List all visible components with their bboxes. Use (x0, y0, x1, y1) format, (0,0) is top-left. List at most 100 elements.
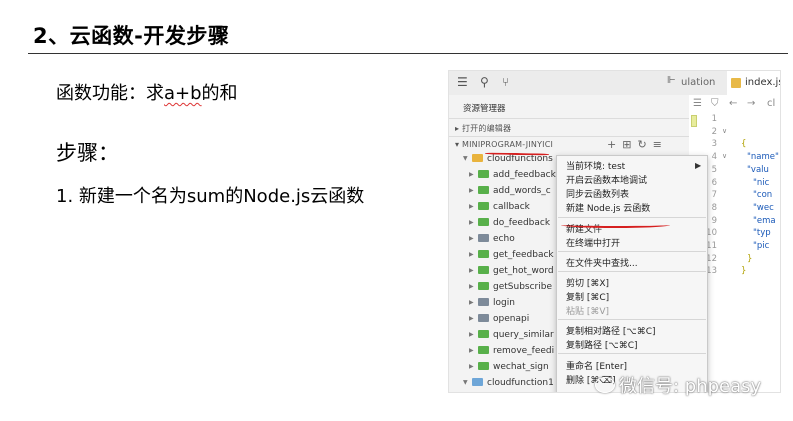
menu-item[interactable]: 粘贴 [⌘V] (566, 304, 609, 317)
folder-icon (478, 169, 489, 178)
sidebar-divider-2 (449, 136, 689, 137)
folder-icon (478, 313, 489, 322)
chevron-down-icon: ▼ (463, 155, 468, 162)
tree-item-label: get_feedback (493, 250, 554, 260)
code-fragment: } (747, 253, 753, 264)
tree-item[interactable]: ▶ callback (469, 199, 530, 215)
watermark: 微信号: phpeasy (595, 372, 761, 398)
line-number: 2 (711, 126, 717, 137)
menu-item[interactable]: 重命名 [Enter] (566, 359, 627, 372)
function-suffix: 的和 (201, 83, 238, 104)
title-divider (28, 53, 788, 54)
explorer-icon[interactable]: ☰ (457, 75, 468, 89)
search-icon[interactable]: ⚲ (480, 75, 489, 89)
menu-item[interactable]: 剪切 [⌘X] (566, 276, 609, 289)
back-icon[interactable]: ← (729, 98, 737, 109)
line-number: 1 (711, 114, 717, 124)
folder-icon (478, 249, 489, 258)
add-file-icon[interactable]: + (607, 138, 622, 151)
folder-icon (478, 281, 489, 290)
menu-item[interactable]: 新建 Node.js 云函数 (566, 201, 650, 214)
chevron-right-icon: ▶ (469, 219, 474, 226)
js-file-icon (731, 78, 741, 88)
tree-item-label: openapi (493, 314, 530, 324)
source-control-icon[interactable]: ⑂ (502, 75, 509, 89)
tree-item[interactable]: ▶ getSubscribe (469, 279, 552, 295)
tree-item-label: do_feedback (493, 218, 551, 228)
tree-item[interactable]: ▶ add_feedback (469, 167, 556, 183)
tree-item[interactable]: ▶ get_feedback (469, 247, 554, 263)
chevron-right-icon: ▶ (469, 315, 474, 322)
tree-item[interactable]: ▶ openapi (469, 311, 529, 327)
tree-item[interactable]: ▼ cloudfunction1 (463, 375, 554, 391)
menu-item[interactable]: 复制 [⌘C] (566, 290, 609, 303)
code-fragment: "name" (747, 152, 779, 163)
tab-simulation[interactable]: ulation (681, 71, 715, 95)
chevron-right-icon: ▶ (469, 283, 474, 290)
tree-item-label: add_words_c (493, 186, 551, 196)
menu-separator (558, 353, 706, 354)
tree-item[interactable]: ▶ get_hot_word (469, 263, 554, 279)
open-editors-label: 打开的编辑器 (461, 124, 512, 133)
collapse-icon[interactable]: ≡ (653, 138, 668, 151)
red-underline-annotation-2 (561, 222, 670, 228)
bookmark-icon[interactable]: ⛉ (711, 98, 719, 109)
menu-item[interactable]: 当前环境: test (566, 159, 625, 172)
add-folder-icon[interactable]: ⊞ (622, 138, 637, 151)
refresh-icon[interactable]: ↻ (637, 138, 652, 151)
tree-item[interactable]: ▶ query_similar (469, 327, 554, 343)
function-formula: a+b (164, 83, 202, 104)
project-actions: +⊞↻≡ (607, 138, 668, 151)
context-menu: 当前环境: test 开启云函数本地调试 同步云函数列表 新建 Node.js 云函数… (556, 155, 708, 392)
tree-item[interactable]: ▶ remove_feedi (469, 343, 554, 359)
project-label: MINIPROGRAM-JINYICI (461, 140, 554, 149)
fold-chevron-icon[interactable]: ∨ (722, 152, 727, 160)
split-editor-icon[interactable]: ⊩ (667, 75, 676, 86)
tree-item-label: add_feedback (493, 170, 556, 180)
menu-item[interactable]: 复制路径 [⌥⌘C] (566, 338, 638, 351)
folder-icon (472, 153, 483, 162)
step-1-text: 1. 新建一个名为sum的Node.js云函数 (56, 186, 365, 207)
menu-item[interactable]: 开启云函数本地调试 (566, 173, 647, 186)
list-icon[interactable]: ☰ (693, 98, 702, 109)
tree-item[interactable]: ▶ add_words_c (469, 183, 551, 199)
line-number: 3 (711, 139, 717, 150)
folder-icon (478, 345, 489, 354)
menu-item[interactable]: 在文件夹中查找... (566, 256, 638, 269)
fold-chevron-icon[interactable]: ∨ (722, 127, 727, 135)
tree-item[interactable]: ▶ do_feedback (469, 215, 550, 231)
steps-heading: 步骤： (56, 141, 119, 165)
tree-item[interactable]: ▶ wechat_sign (469, 359, 549, 375)
folder-icon (472, 377, 483, 386)
chevron-right-icon: ▶ (469, 331, 474, 338)
folder-icon (478, 265, 489, 274)
chevron-right-icon: ▶ (469, 203, 474, 210)
sidebar-divider (449, 118, 689, 119)
menu-item[interactable]: 复制相对路径 [⌥⌘C] (566, 324, 656, 337)
chevron-right-icon: ▶ (469, 363, 474, 370)
code-fragment: "ema (753, 215, 776, 226)
menu-item[interactable]: 在终端中打开 (566, 236, 620, 249)
chevron-right-icon: ▶ (469, 171, 474, 178)
tree-item-label: remove_feedi (493, 346, 555, 356)
folder-icon (478, 297, 489, 306)
chevron-right-icon: ▶ (469, 251, 474, 258)
forward-icon[interactable]: → (747, 98, 755, 109)
code-fragment: { (741, 139, 747, 150)
tab-index-js[interactable]: index.js (727, 71, 780, 95)
code-fragment: "pic (753, 241, 770, 251)
open-editors-section[interactable]: ▸ 打开的编辑器 (455, 123, 511, 134)
tree-item-label: query_similar (493, 330, 554, 340)
slide-title: 2、云函数-开发步骤 (33, 24, 230, 48)
code-fragment: } (741, 266, 747, 277)
tree-item[interactable]: ▶ login (469, 295, 515, 311)
chevron-right-icon: ▶ (469, 347, 474, 354)
project-section[interactable]: ▾ MINIPROGRAM-JINYICI (455, 140, 553, 149)
chevron-right-icon: ▶ (469, 267, 474, 274)
tree-item[interactable]: ▶ echo (469, 231, 515, 247)
function-prefix: 函数功能：求 (56, 83, 164, 104)
tree-item-label: cloudfunction1 (487, 378, 554, 388)
editor-breadcrumb: cl (767, 98, 776, 109)
chevron-right-icon: ▶ (469, 235, 474, 242)
menu-item[interactable]: 同步云函数列表 (566, 187, 629, 200)
